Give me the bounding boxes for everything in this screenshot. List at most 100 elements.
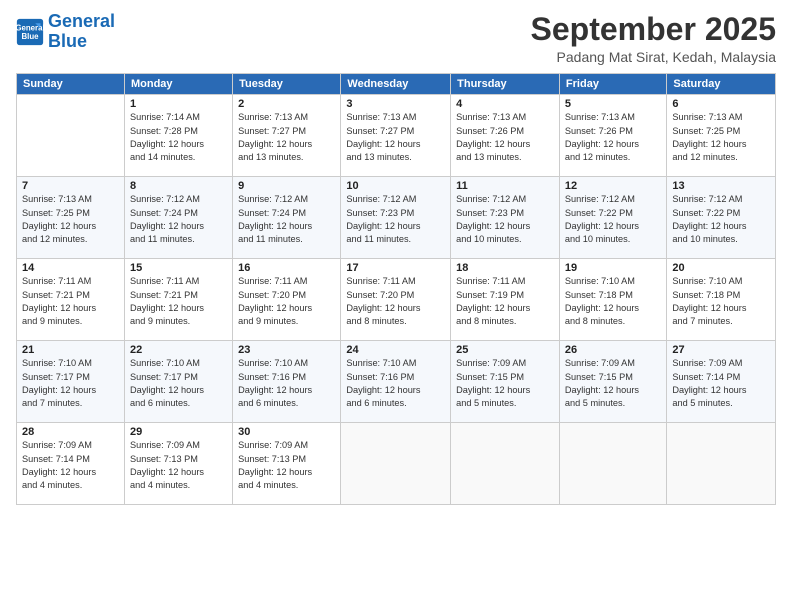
day-number: 5	[565, 98, 661, 110]
weekday-header-wednesday: Wednesday	[341, 74, 451, 95]
calendar-cell	[17, 95, 125, 177]
day-info: Sunrise: 7:12 AM Sunset: 7:22 PM Dayligh…	[565, 193, 661, 246]
day-number: 3	[346, 98, 445, 110]
calendar-cell: 4Sunrise: 7:13 AM Sunset: 7:26 PM Daylig…	[451, 95, 560, 177]
day-info: Sunrise: 7:11 AM Sunset: 7:21 PM Dayligh…	[130, 275, 227, 328]
calendar-week-3: 14 Sunrise: 7:11 AM Sunset: 7:21 PM Dayli…	[17, 259, 776, 341]
calendar-cell: 18Sunrise: 7:11 AM Sunset: 7:19 PM Dayli…	[451, 259, 560, 341]
day-info: Sunrise: 7:13 AM Sunset: 7:27 PM Dayligh…	[238, 111, 335, 164]
day-number: 15	[130, 262, 227, 274]
day-info: Sunrise: 7:12 AM Sunset: 7:23 PM Dayligh…	[346, 193, 445, 246]
day-number: 19	[565, 262, 661, 274]
calendar-header-row: SundayMondayTuesdayWednesdayThursdayFrid…	[17, 74, 776, 95]
day-number: 11	[456, 180, 554, 192]
day-info: Sunrise: 7:12 AM Sunset: 7:24 PM Dayligh…	[238, 193, 335, 246]
day-number: 12	[565, 180, 661, 192]
calendar-cell: 12Sunrise: 7:12 AM Sunset: 7:22 PM Dayli…	[559, 177, 666, 259]
logo: General Blue General Blue	[16, 12, 115, 52]
day-info: Sunrise: 7:09 AM Sunset: 7:15 PM Dayligh…	[565, 357, 661, 410]
calendar-cell: 15Sunrise: 7:11 AM Sunset: 7:21 PM Dayli…	[124, 259, 232, 341]
calendar-cell: 10Sunrise: 7:12 AM Sunset: 7:23 PM Dayli…	[341, 177, 451, 259]
day-info: Sunrise: 7:12 AM Sunset: 7:22 PM Dayligh…	[672, 193, 770, 246]
day-number: 8	[130, 180, 227, 192]
day-info: Sunrise: 7:09 AM Sunset: 7:13 PM Dayligh…	[130, 439, 227, 492]
weekday-header-thursday: Thursday	[451, 74, 560, 95]
calendar-cell: 11Sunrise: 7:12 AM Sunset: 7:23 PM Dayli…	[451, 177, 560, 259]
day-info: Sunrise: 7:13 AM Sunset: 7:25 PM Dayligh…	[22, 193, 119, 246]
calendar-cell: 23Sunrise: 7:10 AM Sunset: 7:16 PM Dayli…	[233, 341, 341, 423]
calendar-cell: 16Sunrise: 7:11 AM Sunset: 7:20 PM Dayli…	[233, 259, 341, 341]
calendar-cell: 9Sunrise: 7:12 AM Sunset: 7:24 PM Daylig…	[233, 177, 341, 259]
calendar-cell: 13Sunrise: 7:12 AM Sunset: 7:22 PM Dayli…	[667, 177, 776, 259]
day-number: 14	[22, 262, 119, 274]
calendar-cell: 17Sunrise: 7:11 AM Sunset: 7:20 PM Dayli…	[341, 259, 451, 341]
day-number: 17	[346, 262, 445, 274]
page: General Blue General Blue September 2025…	[0, 0, 792, 612]
calendar-cell: 8Sunrise: 7:12 AM Sunset: 7:24 PM Daylig…	[124, 177, 232, 259]
calendar-week-5: 28Sunrise: 7:09 AM Sunset: 7:14 PM Dayli…	[17, 423, 776, 505]
calendar-cell: 6Sunrise: 7:13 AM Sunset: 7:25 PM Daylig…	[667, 95, 776, 177]
day-info: Sunrise: 7:13 AM Sunset: 7:25 PM Dayligh…	[672, 111, 770, 164]
logo-icon: General Blue	[16, 18, 44, 46]
day-info: Sunrise: 7:12 AM Sunset: 7:24 PM Dayligh…	[130, 193, 227, 246]
day-info: Sunrise: 7:11 AM Sunset: 7:20 PM Dayligh…	[346, 275, 445, 328]
day-number: 4	[456, 98, 554, 110]
calendar-cell: 24Sunrise: 7:10 AM Sunset: 7:16 PM Dayli…	[341, 341, 451, 423]
weekday-header-monday: Monday	[124, 74, 232, 95]
day-info: Sunrise: 7:10 AM Sunset: 7:18 PM Dayligh…	[672, 275, 770, 328]
weekday-header-tuesday: Tuesday	[233, 74, 341, 95]
day-number: 18	[456, 262, 554, 274]
calendar-cell: 27Sunrise: 7:09 AM Sunset: 7:14 PM Dayli…	[667, 341, 776, 423]
day-info: Sunrise: 7:09 AM Sunset: 7:15 PM Dayligh…	[456, 357, 554, 410]
day-number: 25	[456, 344, 554, 356]
day-info: Sunrise: 7:10 AM Sunset: 7:17 PM Dayligh…	[22, 357, 119, 410]
calendar-cell: 26Sunrise: 7:09 AM Sunset: 7:15 PM Dayli…	[559, 341, 666, 423]
day-number: 26	[565, 344, 661, 356]
calendar-cell: 25Sunrise: 7:09 AM Sunset: 7:15 PM Dayli…	[451, 341, 560, 423]
day-info: Sunrise: 7:13 AM Sunset: 7:26 PM Dayligh…	[565, 111, 661, 164]
calendar-cell	[341, 423, 451, 505]
calendar-cell: 3Sunrise: 7:13 AM Sunset: 7:27 PM Daylig…	[341, 95, 451, 177]
day-info: Sunrise: 7:14 AM Sunset: 7:28 PM Dayligh…	[130, 111, 227, 164]
day-number: 21	[22, 344, 119, 356]
calendar-cell: 20Sunrise: 7:10 AM Sunset: 7:18 PM Dayli…	[667, 259, 776, 341]
day-info: Sunrise: 7:10 AM Sunset: 7:17 PM Dayligh…	[130, 357, 227, 410]
header: General Blue General Blue September 2025…	[16, 12, 776, 65]
day-number: 7	[22, 180, 119, 192]
day-number: 16	[238, 262, 335, 274]
day-number: 29	[130, 426, 227, 438]
calendar-cell: 1Sunrise: 7:14 AM Sunset: 7:28 PM Daylig…	[124, 95, 232, 177]
calendar-cell: 5Sunrise: 7:13 AM Sunset: 7:26 PM Daylig…	[559, 95, 666, 177]
calendar-table: SundayMondayTuesdayWednesdayThursdayFrid…	[16, 73, 776, 505]
day-number: 9	[238, 180, 335, 192]
day-info: Sunrise: 7:10 AM Sunset: 7:16 PM Dayligh…	[346, 357, 445, 410]
day-info: Sunrise: 7:13 AM Sunset: 7:27 PM Dayligh…	[346, 111, 445, 164]
calendar-cell: 7Sunrise: 7:13 AM Sunset: 7:25 PM Daylig…	[17, 177, 125, 259]
title-block: September 2025 Padang Mat Sirat, Kedah, …	[531, 12, 776, 65]
day-info: Sunrise: 7:12 AM Sunset: 7:23 PM Dayligh…	[456, 193, 554, 246]
day-number: 6	[672, 98, 770, 110]
calendar-cell: 14Sunrise: 7:11 AM Sunset: 7:21 PM Dayli…	[17, 259, 125, 341]
day-info: Sunrise: 7:11 AM Sunset: 7:19 PM Dayligh…	[456, 275, 554, 328]
day-number: 27	[672, 344, 770, 356]
calendar-cell: 22Sunrise: 7:10 AM Sunset: 7:17 PM Dayli…	[124, 341, 232, 423]
logo-text-2: Blue	[48, 32, 115, 52]
day-number: 13	[672, 180, 770, 192]
calendar-cell: 21Sunrise: 7:10 AM Sunset: 7:17 PM Dayli…	[17, 341, 125, 423]
day-info: Sunrise: 7:11 AM Sunset: 7:20 PM Dayligh…	[238, 275, 335, 328]
day-number: 28	[22, 426, 119, 438]
calendar-week-4: 21Sunrise: 7:10 AM Sunset: 7:17 PM Dayli…	[17, 341, 776, 423]
calendar-cell	[451, 423, 560, 505]
day-number: 10	[346, 180, 445, 192]
day-info: Sunrise: 7:10 AM Sunset: 7:16 PM Dayligh…	[238, 357, 335, 410]
day-info: Sunrise: 7:09 AM Sunset: 7:14 PM Dayligh…	[22, 439, 119, 492]
calendar-cell: 30Sunrise: 7:09 AM Sunset: 7:13 PM Dayli…	[233, 423, 341, 505]
day-number: 30	[238, 426, 335, 438]
location-subtitle: Padang Mat Sirat, Kedah, Malaysia	[531, 49, 776, 65]
day-number: 22	[130, 344, 227, 356]
day-number: 1	[130, 98, 227, 110]
day-info: Sunrise: 7:10 AM Sunset: 7:18 PM Dayligh…	[565, 275, 661, 328]
day-info: Sunrise: 7:13 AM Sunset: 7:26 PM Dayligh…	[456, 111, 554, 164]
day-info: Sunrise: 7:09 AM Sunset: 7:13 PM Dayligh…	[238, 439, 335, 492]
calendar-cell: 29Sunrise: 7:09 AM Sunset: 7:13 PM Dayli…	[124, 423, 232, 505]
